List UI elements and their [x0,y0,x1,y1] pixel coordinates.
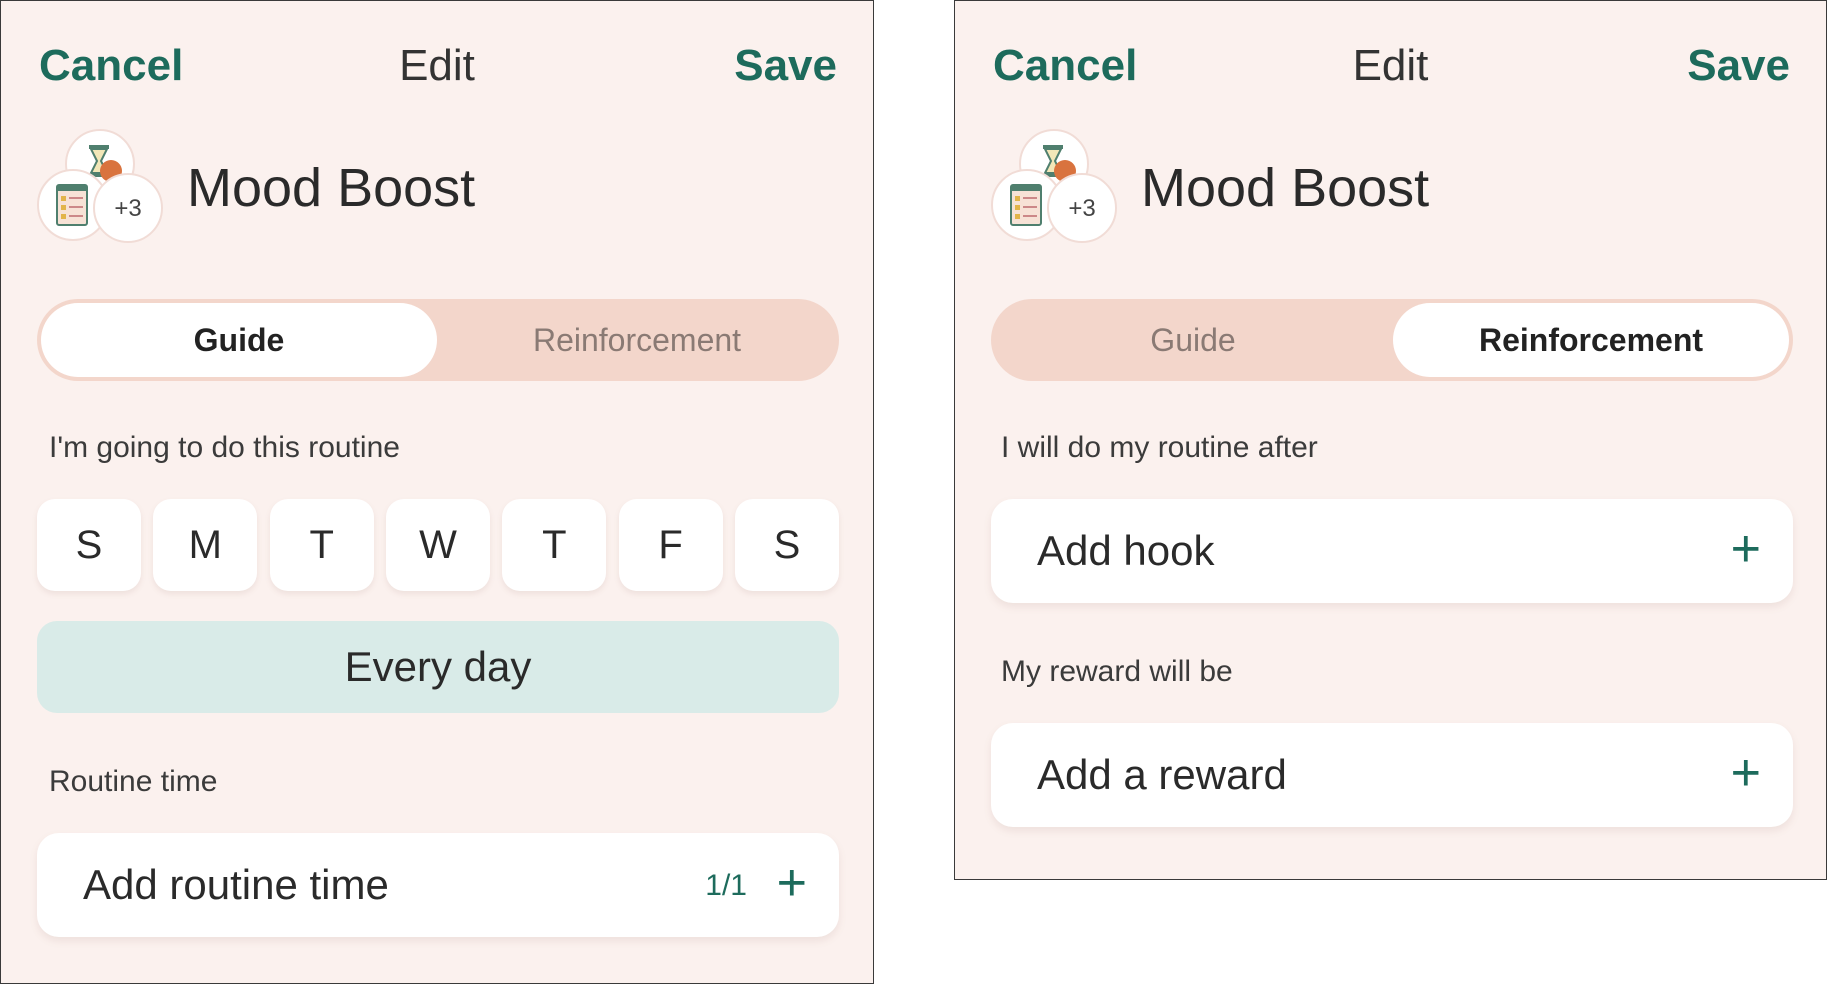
add-hook-button[interactable]: Add hook + [991,499,1793,603]
routine-icon-group: +3 [37,129,165,245]
save-button[interactable]: Save [734,41,837,91]
more-count-badge: +3 [93,173,163,243]
routine-name: Mood Boost [1141,158,1430,218]
plus-icon: + [776,854,807,912]
tab-reinforcement[interactable]: Reinforcement [439,303,835,377]
day-picker: S M T W T F S [37,499,839,591]
routine-time-count: 1/1 [705,869,747,902]
tab-switcher: Guide Reinforcement [991,299,1793,381]
tab-switcher: Guide Reinforcement [37,299,839,381]
plus-icon: + [1730,520,1761,578]
save-button[interactable]: Save [1687,41,1790,91]
hook-label: I will do my routine after [1001,431,1318,464]
add-reward-button[interactable]: Add a reward + [991,723,1793,827]
tab-guide[interactable]: Guide [41,303,437,377]
day-monday[interactable]: M [153,499,258,591]
day-saturday[interactable]: S [734,499,839,591]
add-routine-time-button[interactable]: Add routine time 1/1 + [37,833,839,937]
guide-screen: Cancel Edit Save +3 Mood Boost Guide Rei… [0,0,874,984]
day-thursday[interactable]: T [502,499,607,591]
routine-icon-group: +3 [991,129,1119,245]
routine-time-label: Routine time [49,765,218,798]
tab-guide[interactable]: Guide [995,303,1391,377]
day-wednesday[interactable]: W [385,499,490,591]
plus-icon: + [1730,744,1761,802]
routine-name: Mood Boost [187,158,476,218]
add-reward-label: Add a reward [1037,751,1287,798]
add-hook-label: Add hook [1037,527,1215,574]
reward-label: My reward will be [1001,655,1233,688]
every-day-button[interactable]: Every day [37,621,839,713]
add-routine-time-label: Add routine time [83,861,389,908]
reinforcement-screen: Cancel Edit Save +3 Mood Boost Guide Rei… [954,0,1827,880]
schedule-label: I'm going to do this routine [49,431,400,464]
day-sunday[interactable]: S [37,499,141,591]
tab-reinforcement[interactable]: Reinforcement [1393,303,1789,377]
more-count-badge: +3 [1047,173,1117,243]
day-friday[interactable]: F [618,499,723,591]
day-tuesday[interactable]: T [269,499,374,591]
